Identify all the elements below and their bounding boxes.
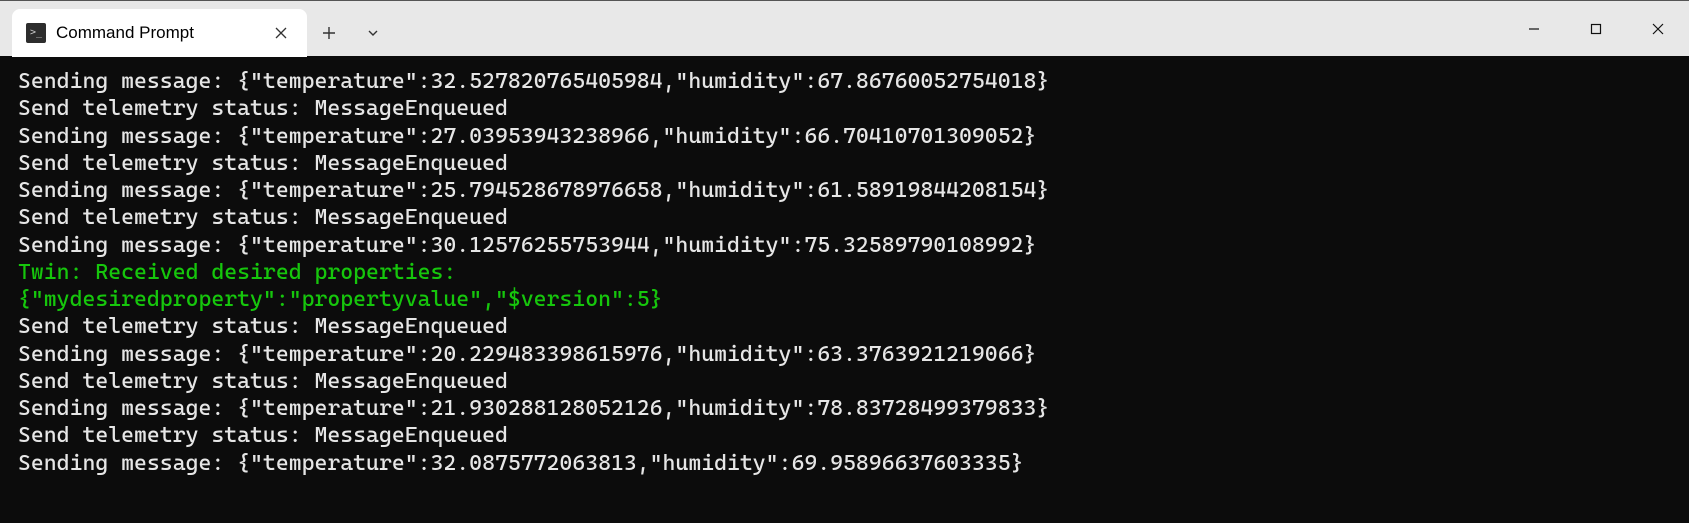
titlebar[interactable]: >_ Command Prompt [0,0,1689,56]
terminal-line: Sending message: {"temperature":27.03953… [18,123,1671,150]
command-prompt-icon-glyph: >_ [30,28,42,38]
terminal-line: Twin: Received desired properties: [18,259,1671,286]
terminal-line: Sending message: {"temperature":32.52782… [18,68,1671,95]
terminal-line: {"mydesiredproperty":"propertyvalue","$v… [18,286,1671,313]
terminal-line: Send telemetry status: MessageEnqueued [18,313,1671,340]
terminal-line: Sending message: {"temperature":21.93028… [18,395,1671,422]
close-window-button[interactable] [1627,1,1689,57]
terminal-line: Sending message: {"temperature":32.08757… [18,450,1671,477]
tab-title: Command Prompt [56,23,259,43]
plus-icon [322,26,336,40]
minimize-button[interactable] [1503,1,1565,57]
close-icon [1652,23,1664,35]
tab-dropdown-button[interactable] [351,9,395,56]
terminal-line: Sending message: {"temperature":30.12576… [18,232,1671,259]
minimize-icon [1528,23,1540,35]
terminal-output[interactable]: Sending message: {"temperature":32.52782… [0,56,1689,523]
chevron-down-icon [367,27,379,39]
command-prompt-icon: >_ [26,23,46,43]
terminal-line: Send telemetry status: MessageEnqueued [18,204,1671,231]
terminal-line: Sending message: {"temperature":20.22948… [18,341,1671,368]
titlebar-drag-region[interactable] [395,1,1503,56]
close-icon [275,27,287,39]
tab-command-prompt[interactable]: >_ Command Prompt [12,9,307,57]
window-controls [1503,1,1689,56]
terminal-line: Send telemetry status: MessageEnqueued [18,422,1671,449]
maximize-button[interactable] [1565,1,1627,57]
maximize-icon [1590,23,1602,35]
tab-close-button[interactable] [269,21,293,45]
terminal-line: Sending message: {"temperature":25.79452… [18,177,1671,204]
new-tab-button[interactable] [307,9,351,56]
terminal-line: Send telemetry status: MessageEnqueued [18,368,1671,395]
terminal-line: Send telemetry status: MessageEnqueued [18,150,1671,177]
terminal-line: Send telemetry status: MessageEnqueued [18,95,1671,122]
